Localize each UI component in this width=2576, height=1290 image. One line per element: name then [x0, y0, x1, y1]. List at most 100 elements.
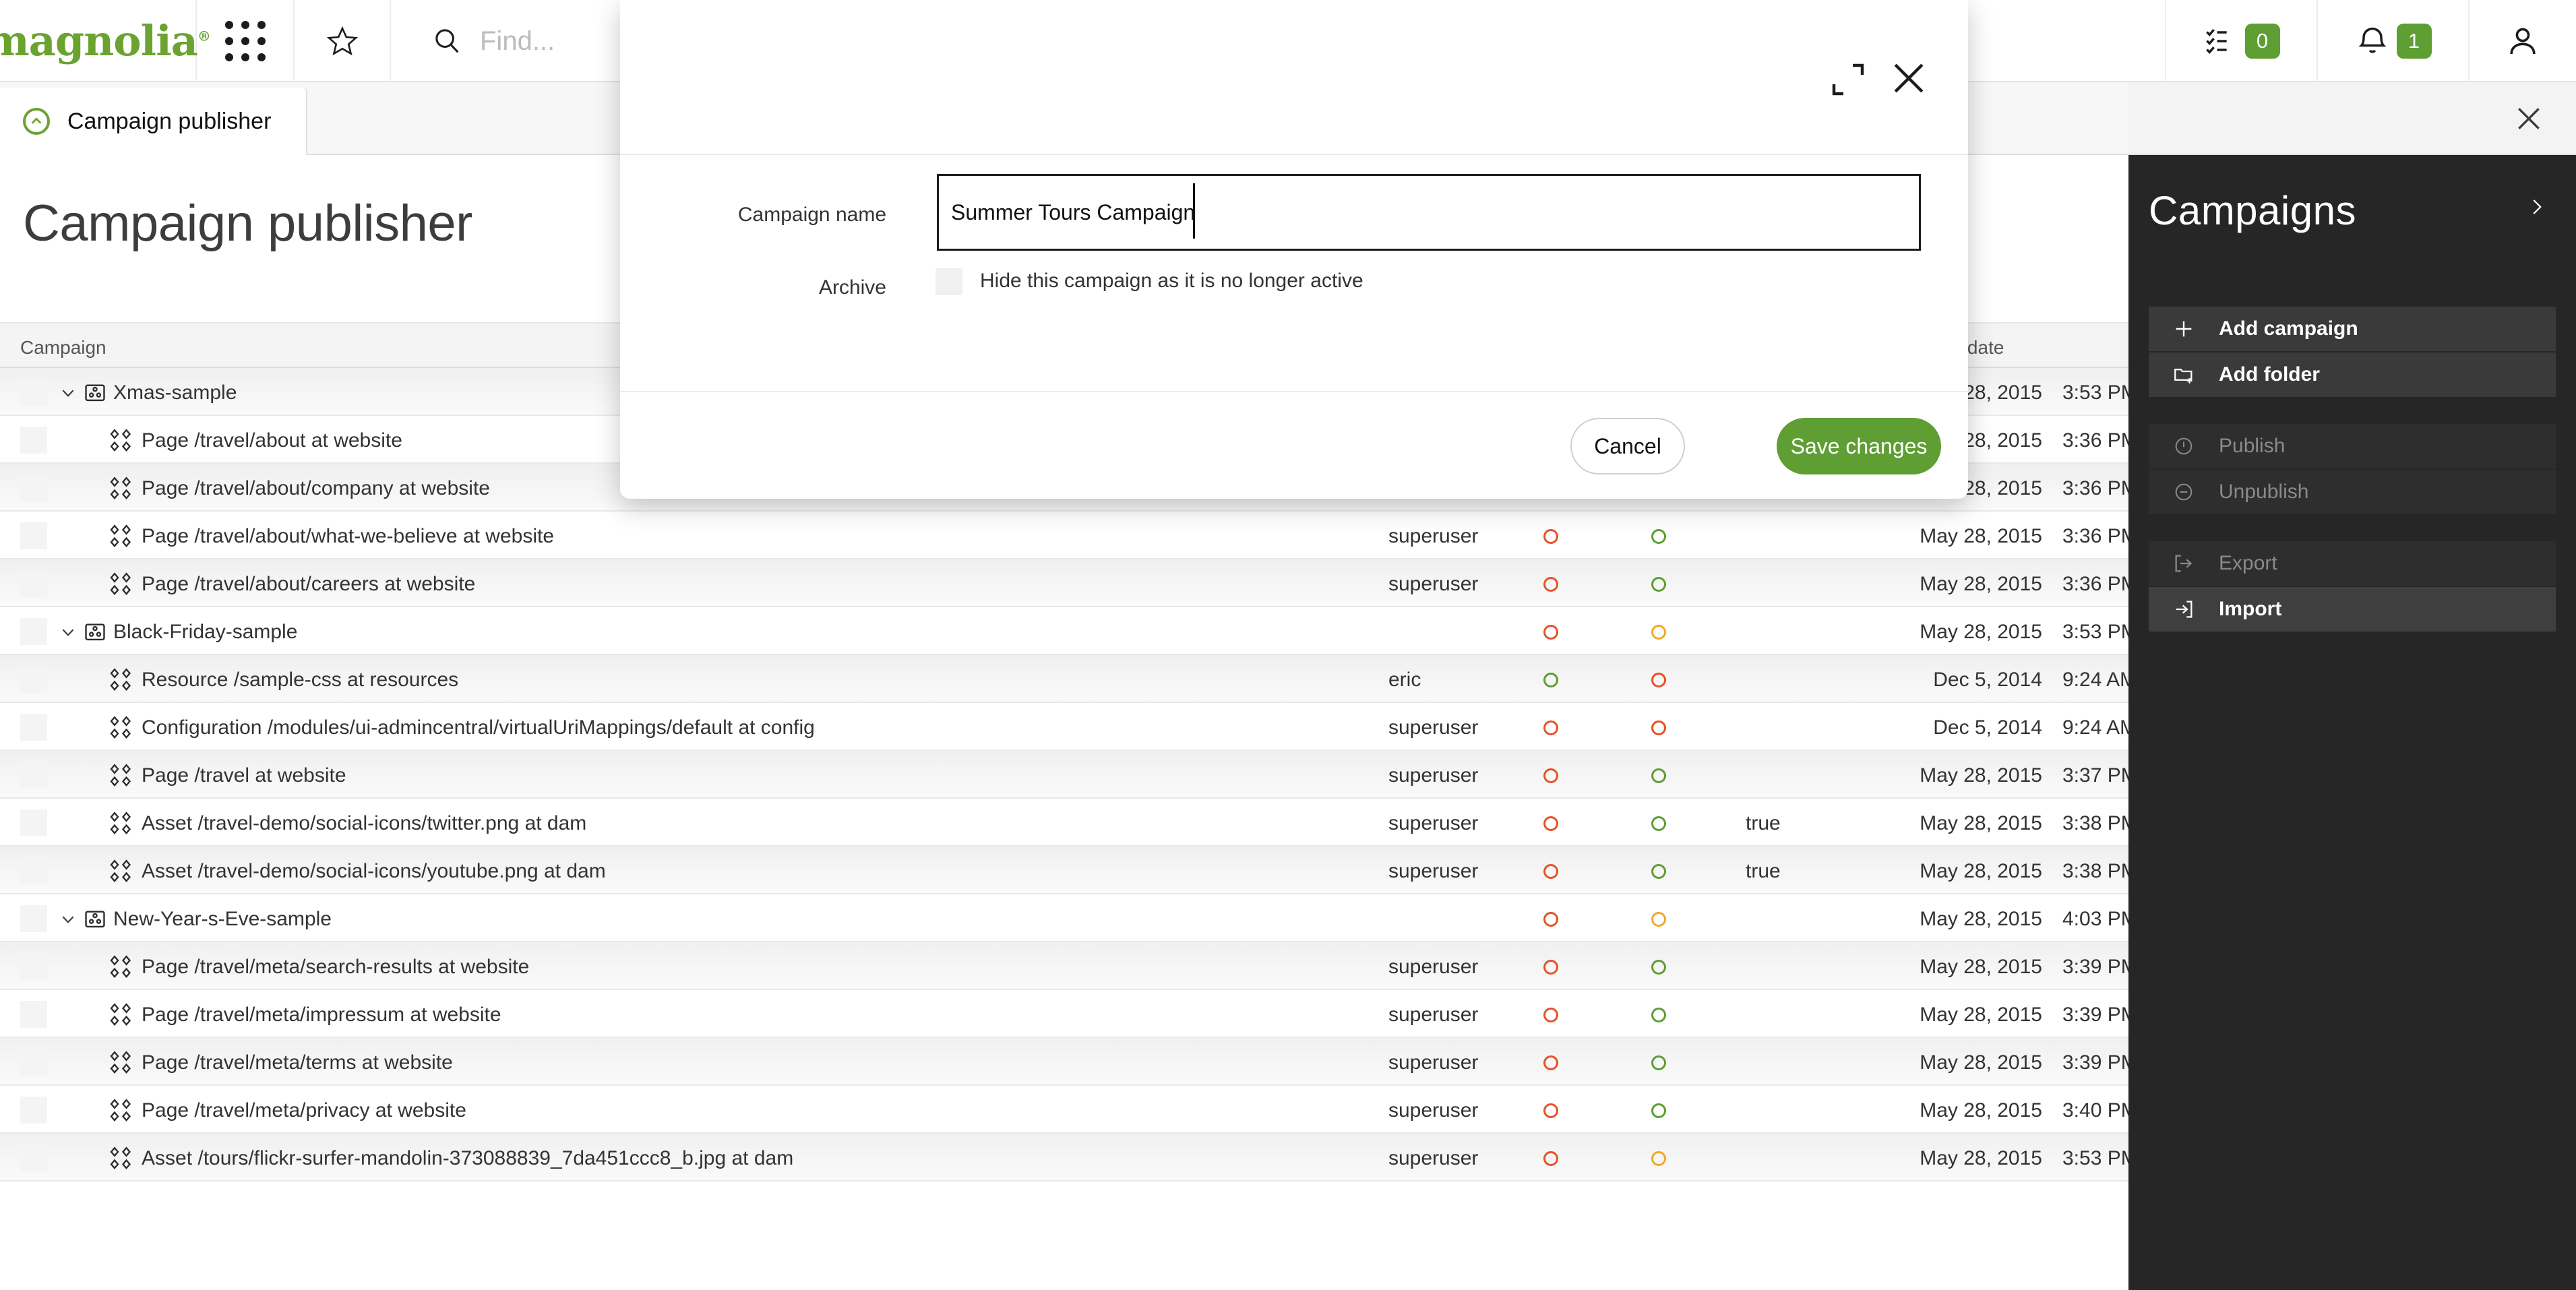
favorites-button[interactable] — [295, 0, 391, 82]
cell-user: superuser — [1388, 525, 1479, 547]
row-checkbox[interactable] — [20, 427, 47, 454]
status-dot-secondary — [1651, 1151, 1666, 1166]
row-checkbox[interactable] — [20, 1001, 47, 1028]
cell-campaign-name: Page /travel/about/careers at website — [142, 573, 476, 595]
row-checkbox[interactable] — [20, 1097, 47, 1124]
maximize-icon[interactable] — [1829, 61, 1867, 98]
cell-user: superuser — [1388, 1147, 1479, 1169]
export-arrow-icon — [2149, 552, 2219, 575]
chevron-right-icon[interactable] — [2526, 197, 2546, 217]
cell-user: superuser — [1388, 764, 1479, 787]
row-checkbox[interactable] — [20, 474, 47, 501]
row-checkbox[interactable] — [20, 1049, 47, 1076]
user-avatar-icon — [2510, 28, 2536, 55]
campaign-item-icon — [108, 475, 135, 502]
cell-campaign-name: Page /travel/about at website — [142, 429, 402, 452]
status-dot-primary — [1543, 1151, 1558, 1166]
search-input[interactable]: Find... — [480, 26, 555, 57]
cell-campaign-name: New-Year-s-Eve-sample — [113, 908, 332, 930]
column-header-campaign[interactable]: Campaign — [20, 337, 106, 359]
table-row[interactable]: Page /travel/about/careers at website sup… — [0, 559, 2138, 607]
cancel-button[interactable]: Cancel — [1570, 418, 1685, 474]
row-checkbox[interactable] — [20, 666, 47, 693]
top-bar-actions: 0 1 — [2165, 0, 2576, 82]
cell-campaign-name: Page /travel/meta/impressum at website — [142, 1004, 501, 1026]
status-dot-secondary — [1651, 673, 1666, 687]
campaign-item-icon — [108, 1002, 135, 1028]
save-changes-button[interactable]: Save changes — [1777, 418, 1941, 474]
sidebar-action-add-campaign[interactable]: Add campaign — [2149, 307, 2556, 351]
table-row[interactable]: Page /travel/meta/privacy at website supe… — [0, 1086, 2138, 1134]
user-menu-button[interactable] — [2468, 0, 2576, 82]
notifications-button[interactable]: 1 — [2317, 0, 2468, 82]
status-dot-primary — [1543, 625, 1558, 640]
magnolia-logo[interactable]: magnolia® — [0, 0, 211, 82]
registered-trademark-icon: ® — [197, 28, 211, 44]
sidebar-action-import[interactable]: Import — [2149, 587, 2556, 632]
cell-date: May 28, 2015 — [1920, 956, 2042, 978]
table-row[interactable]: Page /travel/about/what-we-believe at we… — [0, 512, 2138, 559]
status-dot-secondary — [1651, 1008, 1666, 1022]
tab-campaign-publisher[interactable]: Campaign publisher — [0, 88, 308, 155]
apps-launcher-button[interactable] — [197, 0, 295, 82]
row-checkbox[interactable] — [20, 809, 47, 836]
cell-date: May 28, 2015 — [1920, 573, 2042, 595]
cell-campaign-name: Page /travel/meta/terms at website — [142, 1051, 453, 1074]
table-row[interactable]: Asset /travel-demo/social-icons/twitter.… — [0, 799, 2138, 847]
unpublish-minus-circle-icon — [2149, 481, 2219, 503]
table-row[interactable]: Asset /tours/flickr-surfer-mandolin-3730… — [0, 1134, 2138, 1181]
row-checkbox[interactable] — [20, 762, 47, 789]
expand-chevron-down-icon[interactable] — [59, 384, 77, 402]
row-checkbox[interactable] — [20, 714, 47, 741]
sidebar-action-label: Unpublish — [2219, 481, 2309, 503]
app-root: magnolia® Find... 0 1 Campaign publisher… — [0, 0, 2576, 1290]
plus-icon — [2149, 317, 2219, 340]
table-row[interactable]: Page /travel/meta/impressum at website su… — [0, 990, 2138, 1038]
table-row[interactable]: Configuration /modules/ui-admincentral/v… — [0, 703, 2137, 751]
status-dot-primary — [1543, 1055, 1558, 1070]
sidebar-action-add-folder[interactable]: Add folder — [2149, 352, 2556, 397]
search-icon — [435, 29, 459, 53]
table-row[interactable]: Page /travel/meta/terms at website superu… — [0, 1038, 2138, 1086]
campaign-item-icon — [108, 571, 135, 598]
cell-campaign-name: Page /travel/meta/search-results at webs… — [142, 956, 530, 978]
campaign-name-input[interactable] — [937, 174, 1921, 251]
sidebar-action-label: Publish — [2219, 435, 2286, 457]
sidebar-group: Export Import — [2128, 541, 2576, 632]
cell-campaign-name: Resource /sample-css at resources — [142, 669, 459, 691]
cell-campaign-name: Page /travel/about/what-we-believe at we… — [142, 525, 555, 547]
row-checkbox[interactable] — [20, 1144, 47, 1171]
table-row[interactable]: Page /travel/meta/search-results at webs… — [0, 942, 2138, 990]
table-row[interactable]: Black-Friday-sample May 28, 2015 3:53 PM — [0, 607, 2138, 655]
status-dot-secondary — [1651, 816, 1666, 831]
row-checkbox[interactable] — [20, 857, 47, 884]
close-icon[interactable] — [2514, 104, 2544, 133]
tasks-count-badge: 0 — [2244, 24, 2280, 59]
table-row[interactable]: Asset /travel-demo/social-icons/youtube.… — [0, 847, 2138, 894]
cell-date: May 28, 2015 — [1920, 621, 2042, 643]
row-checkbox[interactable] — [20, 905, 47, 932]
tasks-button[interactable]: 0 — [2165, 0, 2317, 82]
row-checkbox[interactable] — [20, 618, 47, 645]
sidebar-title-row: Campaigns — [2128, 155, 2576, 234]
expand-chevron-down-icon[interactable] — [59, 911, 77, 928]
status-dot-primary — [1543, 1008, 1558, 1022]
cell-date: May 28, 2015 — [1920, 1051, 2042, 1074]
row-checkbox[interactable] — [20, 379, 47, 406]
sidebar-action-label: Add folder — [2219, 363, 2320, 386]
expand-chevron-down-icon[interactable] — [59, 623, 77, 641]
status-dot-secondary — [1651, 768, 1666, 783]
archive-checkbox[interactable] — [936, 268, 962, 295]
table-row[interactable]: Resource /sample-css at resources eric Dec… — [0, 655, 2137, 703]
row-checkbox[interactable] — [20, 522, 47, 549]
table-row[interactable]: New-Year-s-Eve-sample May 28, 2015 4:03 PM — [0, 894, 2138, 942]
row-checkbox[interactable] — [20, 570, 47, 597]
status-dot-secondary — [1651, 1055, 1666, 1070]
status-dot-secondary — [1651, 625, 1666, 640]
table-row[interactable]: Page /travel at website superuser May 28, … — [0, 751, 2138, 799]
close-icon[interactable] — [1890, 59, 1928, 97]
row-checkbox[interactable] — [20, 953, 47, 980]
archive-label: Archive — [818, 276, 886, 299]
campaign-group-icon — [82, 906, 108, 931]
campaign-item-icon — [108, 1049, 135, 1076]
